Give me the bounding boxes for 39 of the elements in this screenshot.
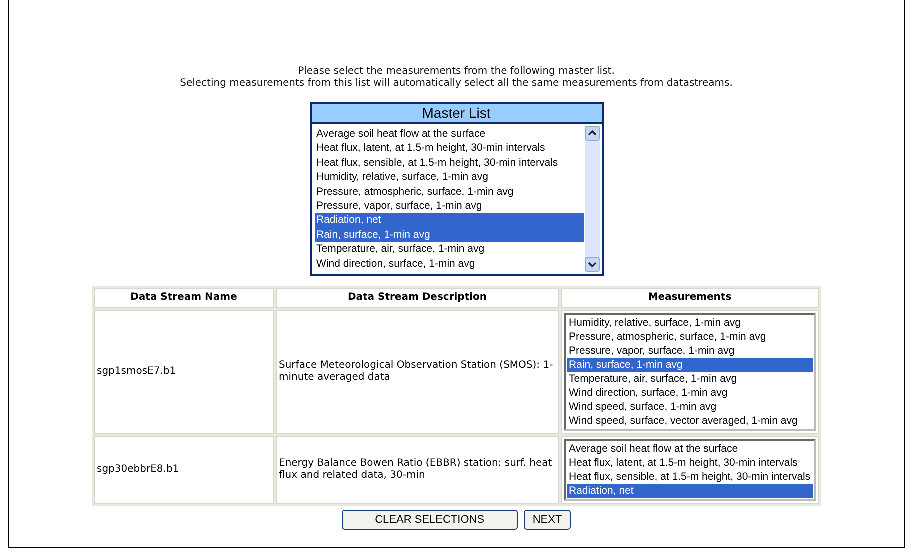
table-cell: sgp1smosE7.b1 <box>94 310 274 434</box>
measurement-list[interactable]: Average soil heat flow at the surface Heat flux, latent, at 1.5-m height, 30-min intervals Heat flux, sensible, at 1.5-m height, 30-min intervals Radiation, net <box>564 439 816 502</box>
list-option[interactable]: Humidity, relative, surface, 1-min avg <box>314 170 584 185</box>
table-cell: Surface Meteorological Observation Station (SMOS): 1-minute averaged data <box>276 310 559 434</box>
list-option[interactable]: Average soil heat flow at the surface <box>567 442 813 456</box>
list-option[interactable]: Wind direction, surface, 1-min avg <box>314 256 584 272</box>
list-option[interactable]: Rain, surface, 1-min avg <box>567 358 813 372</box>
list-option[interactable]: Heat flux, sensible, at 1.5-m height, 30-min intervals <box>567 470 813 484</box>
list-option[interactable]: Humidity, relative, surface, 1-min avg <box>567 316 813 330</box>
list-option[interactable]: Pressure, vapor, surface, 1-min avg <box>314 199 584 214</box>
column-header: Measurements <box>561 288 819 308</box>
table-cell: Energy Balance Bowen Ratio (EBBR) station: surf. heat flux and related data, 30-min <box>276 436 559 504</box>
list-option[interactable]: Temperature, air, surface, 1-min avg <box>567 372 813 386</box>
column-header: Data Stream Name <box>94 288 274 308</box>
list-option[interactable]: Pressure, vapor, surface, 1-min avg <box>567 344 813 358</box>
list-option[interactable]: Rain, surface, 1-min avg <box>314 228 584 242</box>
clear-button[interactable]: CLEAR SELECTIONS <box>342 510 518 530</box>
list-option[interactable]: Heat flux, latent, at 1.5-m height, 30-min intervals <box>567 456 813 470</box>
list-option[interactable]: Heat flux, latent, at 1.5-m height, 30-min intervals <box>314 141 584 156</box>
scroll-up-icon[interactable] <box>584 126 600 141</box>
scroll-down-icon[interactable] <box>584 257 600 272</box>
list-option[interactable]: Wind speed, surface, 1-min avg <box>567 400 813 414</box>
list-option[interactable]: Radiation, net <box>567 484 813 498</box>
list-option[interactable]: Average soil heat flow at the surface <box>314 127 584 142</box>
scrollbar[interactable] <box>584 126 600 272</box>
list-option[interactable]: Heat flux, sensible, at 1.5-m height, 30-min intervals <box>314 156 584 170</box>
list-option[interactable]: Pressure, atmospheric, surface, 1-min avg <box>567 330 813 344</box>
panel-title: Master List <box>312 104 602 124</box>
instruction-text: Please select the measurements from the following master list. <box>298 66 615 78</box>
next-button[interactable]: NEXT <box>524 510 572 530</box>
column-header: Data Stream Description <box>276 288 559 308</box>
measurement-list[interactable] <box>564 313 816 432</box>
list-option[interactable]: Wind direction, surface, 1-min avg <box>567 386 813 400</box>
list-option[interactable]: Radiation, net <box>314 213 584 228</box>
instruction-text: Selecting measurements from this list will automatically select all the same measurements from datastreams. <box>180 78 733 90</box>
list-option[interactable]: Temperature, air, surface, 1-min avg <box>314 242 584 257</box>
table-cell: sgp30ebbrE8.b1 <box>94 436 274 504</box>
list-option[interactable]: Pressure, atmospheric, surface, 1-min avg <box>314 184 584 200</box>
list-option[interactable]: Wind speed, surface, vector averaged, 1-min avg <box>567 414 813 428</box>
